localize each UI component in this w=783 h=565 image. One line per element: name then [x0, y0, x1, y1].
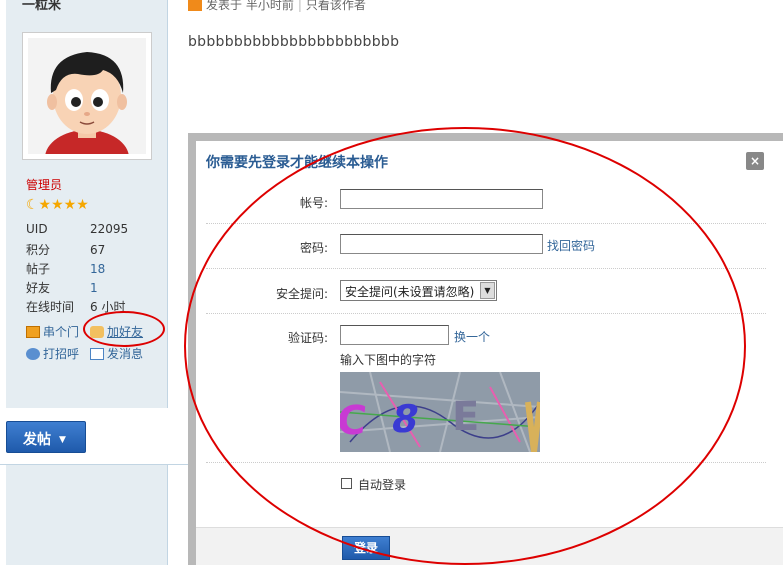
message-label: 发消息	[107, 347, 144, 361]
greet-icon	[26, 348, 40, 360]
stat-key: 帖子	[26, 262, 51, 276]
visit-space-link[interactable]: 串个门	[26, 323, 79, 340]
mail-icon	[90, 348, 104, 360]
stat-friends-link[interactable]: 1	[90, 281, 98, 295]
annotation-circle	[184, 127, 746, 565]
post-body: bbbbbbbbbbbbbbbbbbbbbbb	[188, 34, 400, 50]
annotation-circle	[83, 311, 165, 347]
stat-points: 积分 67	[26, 241, 166, 258]
rank-stars-icon: ☾★★★★	[26, 197, 89, 213]
chevron-down-icon: ▼	[59, 435, 66, 445]
stat-uid: UID 22095	[26, 222, 166, 236]
send-message-link[interactable]: 发消息	[90, 345, 143, 362]
author-only-link[interactable]: 只看该作者	[306, 0, 366, 12]
post-time: 发表于 半小时前	[206, 0, 294, 12]
home-icon	[26, 326, 40, 338]
avatar[interactable]	[22, 32, 152, 160]
stat-value: 22095	[90, 222, 129, 236]
poster-icon	[188, 0, 202, 11]
stat-posts-link[interactable]: 18	[90, 262, 105, 276]
stat-key: 在线时间	[26, 300, 75, 314]
stat-posts: 帖子 18	[26, 260, 166, 277]
stat-key: 好友	[26, 281, 51, 295]
stat-friends: 好友 1	[26, 279, 166, 296]
user-role: 管理员	[26, 178, 63, 192]
new-post-button[interactable]: 发帖 ▼	[6, 421, 86, 453]
author-username[interactable]: 一粒米	[22, 0, 61, 13]
stat-key: 积分	[26, 243, 51, 257]
author-profile-panel: 一粒米 管理员 ☾★★★★ UID 22095 积分 67 帖子 18 好友 1 在线	[6, 0, 168, 408]
next-profile-panel	[6, 465, 168, 565]
greet-label: 打招呼	[43, 347, 80, 361]
visit-label: 串个门	[43, 325, 80, 339]
new-post-label: 发帖	[23, 432, 51, 448]
greet-link[interactable]: 打招呼	[26, 345, 79, 362]
post-meta: 发表于 半小时前 | 只看该作者	[188, 0, 366, 13]
avatar-image	[28, 38, 146, 154]
stat-key: UID	[26, 222, 48, 236]
close-icon[interactable]: ×	[746, 152, 764, 170]
stat-value: 67	[90, 243, 106, 257]
stat-online-time: 在线时间 6 小时	[26, 298, 166, 315]
